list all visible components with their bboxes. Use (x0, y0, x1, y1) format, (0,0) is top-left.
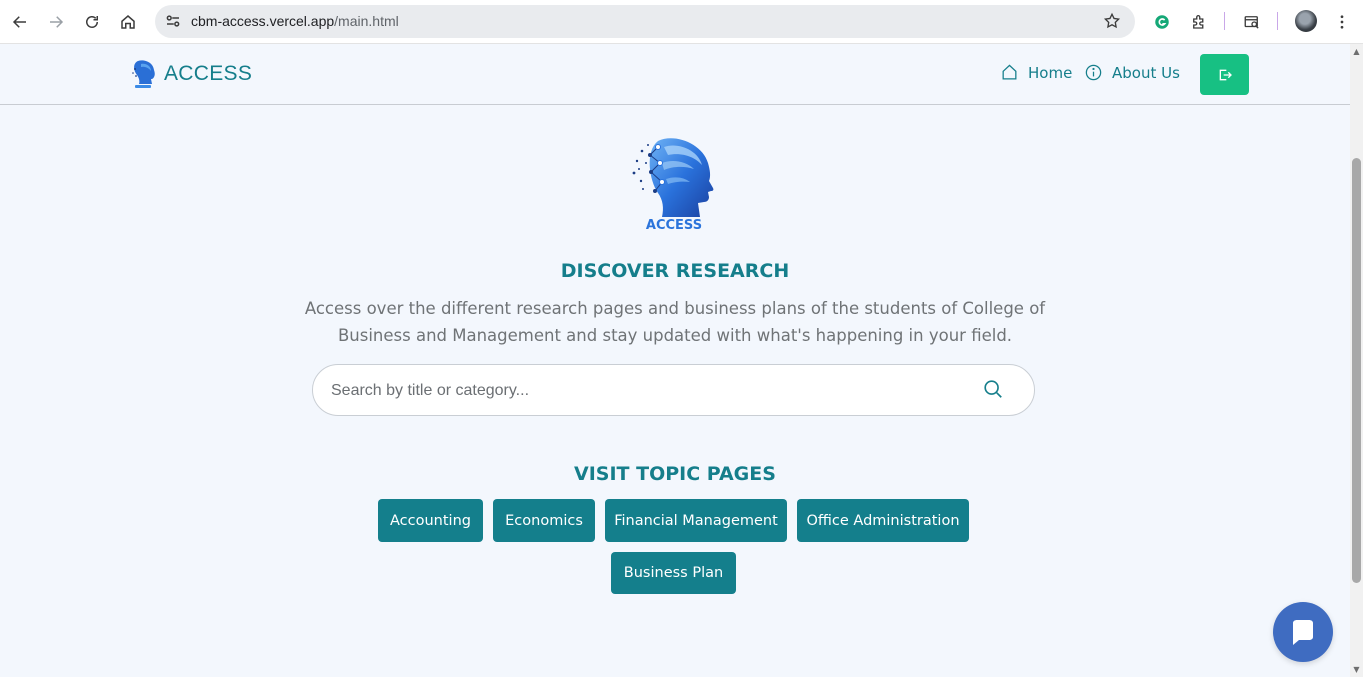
chat-bubble-icon (1293, 620, 1313, 645)
bookmark-star-icon[interactable] (1103, 12, 1121, 30)
chat-widget-button[interactable] (1273, 602, 1333, 662)
extensions-icon[interactable] (1185, 8, 1213, 36)
info-circle-icon (1085, 64, 1102, 81)
reload-icon[interactable] (78, 8, 106, 36)
toolbar-separator (1277, 12, 1278, 30)
kebab-menu-icon[interactable] (1328, 8, 1356, 36)
brand-name[interactable]: ACCESS (164, 62, 252, 86)
hero-description: Access over the different research pages… (304, 299, 1046, 345)
grammarly-icon[interactable] (1148, 8, 1176, 36)
logout-icon (1219, 69, 1232, 80)
address-bar[interactable]: cbm-access.vercel.app/main.html (155, 5, 1135, 38)
hero-logo-text: ACCESS (646, 218, 702, 233)
brand-logo-icon[interactable] (130, 59, 156, 89)
topic-accounting-button[interactable]: Accounting (378, 499, 483, 542)
nav-about-link[interactable]: About Us (1084, 63, 1180, 82)
toolbar-separator (1224, 12, 1225, 30)
topic-financial-management-button[interactable]: Financial Management (605, 499, 787, 542)
search-box (312, 364, 1035, 416)
nav-about-label: About Us (1112, 63, 1180, 82)
site-header: ACCESS Home About Us (0, 44, 1350, 105)
topic-office-administration-button[interactable]: Office Administration (797, 499, 969, 542)
scroll-up-arrow-icon[interactable]: ▲ (1352, 48, 1361, 56)
home-icon[interactable] (114, 8, 142, 36)
logout-button[interactable] (1200, 54, 1249, 95)
topics-title: VISIT TOPIC PAGES (574, 463, 776, 485)
topic-business-plan-button[interactable]: Business Plan (611, 552, 736, 594)
hero-title: DISCOVER RESEARCH (560, 260, 790, 282)
browser-toolbar: cbm-access.vercel.app/main.html (0, 0, 1363, 44)
access-hero-logo-icon: ACCESS (632, 138, 714, 233)
topic-economics-button[interactable]: Economics (493, 499, 595, 542)
scroll-down-arrow-icon[interactable]: ▼ (1352, 666, 1361, 674)
search-icon[interactable] (982, 378, 1004, 400)
profile-avatar[interactable] (1295, 10, 1317, 32)
scrollbar-thumb[interactable] (1352, 158, 1361, 583)
url-path: /main.html (334, 13, 399, 29)
nav-home-label: Home (1028, 63, 1073, 82)
site-settings-icon[interactable] (164, 12, 182, 30)
back-icon[interactable] (6, 8, 34, 36)
home-outline-icon (1002, 64, 1017, 80)
url-host: cbm-access.vercel.app (191, 13, 335, 29)
nav-home-link[interactable]: Home (1000, 63, 1072, 82)
search-input[interactable] (331, 379, 971, 403)
forward-icon[interactable] (42, 8, 70, 36)
tab-search-icon[interactable] (1238, 8, 1266, 36)
url-text: cbm-access.vercel.app/main.html (191, 13, 399, 29)
